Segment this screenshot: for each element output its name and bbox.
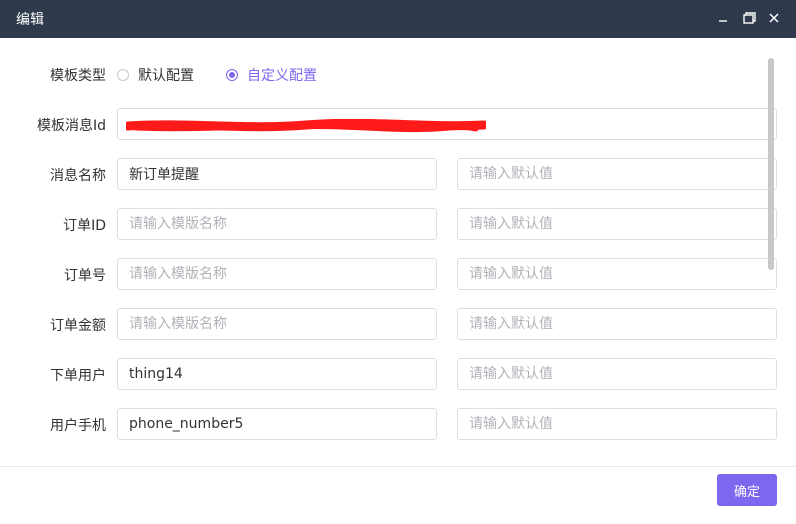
- minimize-icon[interactable]: [713, 8, 733, 28]
- radio-checked-icon[interactable]: [226, 69, 238, 81]
- field-label: 订单ID: [63, 218, 106, 234]
- radio-unchecked-icon[interactable]: [117, 69, 129, 81]
- vertical-scrollbar[interactable]: [768, 58, 774, 270]
- field-name-input[interactable]: [117, 158, 437, 190]
- field-row: 用户手机: [0, 408, 796, 440]
- field-row: 消息名称: [0, 158, 796, 190]
- radio-label[interactable]: 自定义配置: [247, 65, 317, 85]
- field-default-input[interactable]: [457, 358, 777, 390]
- field-name-input[interactable]: [117, 308, 437, 340]
- radio-custom-config[interactable]: 自定义配置: [226, 65, 317, 85]
- field-row: 订单金额: [0, 308, 796, 340]
- close-icon[interactable]: [764, 8, 784, 28]
- field-default-input[interactable]: [457, 258, 777, 290]
- template-message-id-row: 模板消息Id: [0, 108, 796, 140]
- field-name-input[interactable]: [117, 258, 437, 290]
- maximize-icon[interactable]: [739, 8, 759, 28]
- field-label: 订单号: [64, 268, 106, 284]
- field-name-input[interactable]: [117, 358, 437, 390]
- template-type-radio-group: 默认配置 自定义配置: [117, 65, 349, 85]
- field-label: 用户手机: [50, 418, 106, 434]
- field-row: 订单号: [0, 258, 796, 290]
- field-default-input[interactable]: [457, 208, 777, 240]
- dialog-title: 编辑: [16, 12, 44, 28]
- form-body: 模板类型 默认配置 自定义配置 模板消息Id 消息名称 订单ID 订单: [0, 38, 796, 466]
- radio-label[interactable]: 默认配置: [138, 65, 194, 85]
- template-type-label: 模板类型: [50, 68, 106, 84]
- field-default-input[interactable]: [457, 158, 777, 190]
- field-row: 订单ID: [0, 208, 796, 240]
- confirm-button[interactable]: 确定: [717, 474, 777, 506]
- field-label: 下单用户: [50, 368, 106, 384]
- radio-default-config[interactable]: 默认配置: [117, 65, 194, 85]
- redaction-scribble: [126, 119, 486, 133]
- field-label: 订单金额: [50, 318, 106, 334]
- template-message-id-label: 模板消息Id: [36, 118, 106, 134]
- template-type-row: 模板类型 默认配置 自定义配置: [0, 58, 796, 90]
- field-default-input[interactable]: [457, 408, 777, 440]
- field-name-input[interactable]: [117, 408, 437, 440]
- field-row: 下单用户: [0, 358, 796, 390]
- field-label: 消息名称: [50, 168, 106, 184]
- field-default-input[interactable]: [457, 308, 777, 340]
- field-name-input[interactable]: [117, 208, 437, 240]
- dialog-footer: [0, 466, 796, 524]
- title-bar: 编辑: [0, 0, 796, 38]
